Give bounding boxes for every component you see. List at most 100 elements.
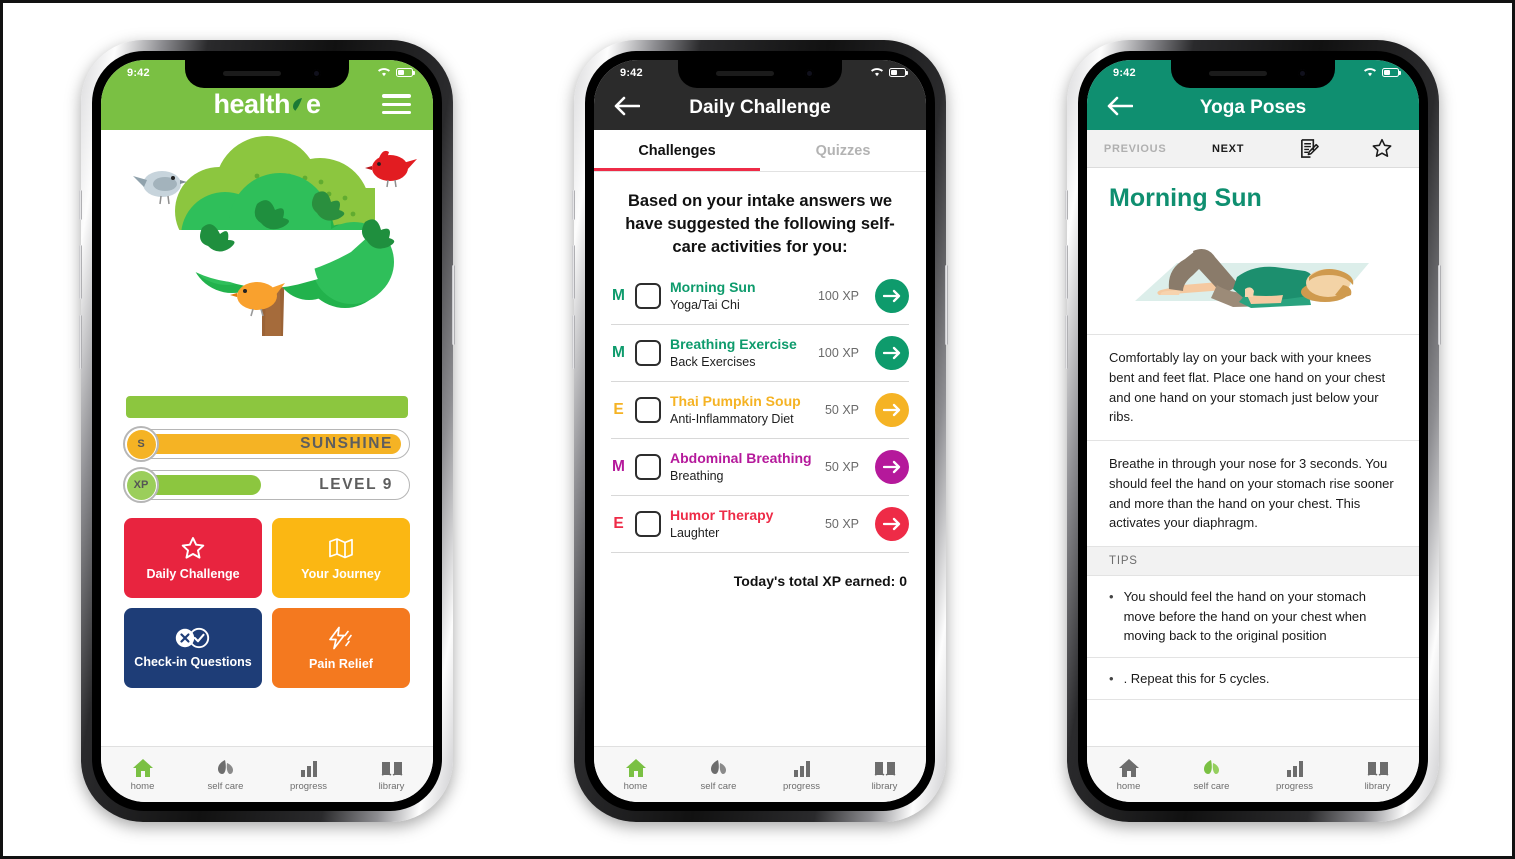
notch [1171, 60, 1335, 88]
nav-item-self-care[interactable]: self care [677, 758, 760, 792]
table-row[interactable]: M Breathing Exercise Back Exercises 100 … [611, 325, 909, 383]
volume-down-button[interactable] [79, 315, 82, 369]
earpiece-speaker [716, 71, 774, 76]
power-button[interactable] [945, 265, 948, 345]
hamburger-menu-icon[interactable] [382, 94, 411, 114]
previous-button[interactable]: PREVIOUS [1087, 143, 1183, 155]
activity-checkbox[interactable] [635, 454, 661, 481]
next-button[interactable]: NEXT [1183, 143, 1273, 155]
power-button[interactable] [452, 265, 455, 345]
activity-go-button[interactable] [875, 279, 909, 314]
activity-subtitle: Anti-Inflammatory Diet [670, 411, 794, 426]
grass-bar [126, 396, 408, 418]
row-text: Abdominal Breathing Breathing [670, 450, 816, 484]
activity-subtitle: Yoga/Tai Chi [670, 297, 740, 312]
tip-item: • . Repeat this for 5 cycles. [1087, 656, 1419, 700]
activity-go-button[interactable] [875, 393, 909, 428]
nav-item-home[interactable]: home [1087, 758, 1170, 792]
activity-xp: 100 XP [817, 289, 859, 304]
activity-subtitle: Breathing [670, 468, 724, 483]
tips-header: TIPS [1087, 546, 1419, 575]
nav-item-library[interactable]: library [843, 758, 926, 792]
app-logo: health e [213, 89, 321, 120]
volume-down-button[interactable] [572, 315, 575, 369]
table-row[interactable]: M Morning Sun Yoga/Tai Chi 100 XP [611, 268, 909, 326]
level-label: LEVEL 9 [319, 476, 393, 493]
nav-item-library[interactable]: library [1336, 758, 1419, 792]
battery-icon [1382, 67, 1401, 77]
xp-progress-bar: XP LEVEL 9 [123, 467, 410, 503]
nav-item-library[interactable]: library [350, 758, 433, 792]
nav-item-home[interactable]: home [101, 758, 184, 792]
nav-item-self-care[interactable]: self care [184, 758, 267, 792]
table-row[interactable]: M Abdominal Breathing Breathing 50 XP [611, 439, 909, 497]
nav-item-home[interactable]: home [594, 758, 677, 792]
phone2-screen: 9:42 Daily Challenge Challenges Quizzes … [594, 60, 926, 802]
arrow-right-icon [882, 347, 900, 360]
nav-item-progress[interactable]: progress [1253, 758, 1336, 792]
activity-xp: 50 XP [824, 403, 859, 418]
nav-item-self-care[interactable]: self care [1170, 758, 1253, 792]
battery-icon [889, 67, 908, 77]
mute-switch[interactable] [79, 190, 82, 220]
power-button[interactable] [1438, 265, 1441, 345]
bar-chart-icon [300, 760, 317, 777]
activity-go-button[interactable] [875, 450, 909, 485]
tile-checkin-questions[interactable]: Check-in Questions [124, 608, 262, 688]
bottom-navigation: home self care progress library [594, 746, 926, 802]
row-text: Breathing Exercise Back Exercises [670, 336, 809, 370]
arrow-right-icon [882, 518, 900, 531]
phone-daily-challenge-screen: 9:42 Daily Challenge Challenges Quizzes … [572, 40, 948, 822]
nav-item-progress[interactable]: progress [267, 758, 350, 792]
activity-go-button[interactable] [875, 507, 909, 542]
status-icons [870, 67, 908, 77]
action-tiles: Daily Challenge Your Journey Check-in Qu… [124, 518, 410, 688]
status-icons [1363, 67, 1401, 77]
activity-checkbox[interactable] [635, 511, 661, 538]
tile-daily-challenge[interactable]: Daily Challenge [124, 518, 262, 598]
back-arrow-icon[interactable] [1107, 96, 1133, 116]
bar-chart-icon [793, 760, 810, 777]
tile-pain-relief[interactable]: Pain Relief [272, 608, 410, 688]
volume-up-button[interactable] [79, 245, 82, 299]
back-arrow-icon[interactable] [614, 96, 640, 116]
sunshine-badge-label: S [126, 429, 156, 459]
note-button[interactable] [1273, 138, 1346, 159]
tile-your-journey[interactable]: Your Journey [272, 518, 410, 598]
table-row[interactable]: E Thai Pumpkin Soup Anti-Inflammatory Di… [611, 382, 909, 440]
notch [185, 60, 349, 88]
activity-xp: 50 XP [824, 460, 859, 475]
activity-checkbox[interactable] [635, 397, 661, 424]
mute-switch[interactable] [1065, 190, 1068, 220]
activity-go-button[interactable] [875, 336, 909, 371]
star-outline-icon [1372, 138, 1392, 157]
volume-up-button[interactable] [572, 245, 575, 299]
mute-switch[interactable] [572, 190, 575, 220]
intro-text: Based on your intake answers we have sug… [625, 192, 895, 256]
activity-checkbox[interactable] [635, 283, 661, 310]
volume-down-button[interactable] [1065, 315, 1068, 369]
tab-quizzes[interactable]: Quizzes [760, 130, 926, 171]
tip-text: You should feel the hand on your stomach… [1123, 589, 1367, 643]
nav-label: library [1364, 780, 1391, 792]
earpiece-speaker [223, 71, 281, 76]
activity-checkbox[interactable] [635, 340, 661, 367]
phone-bezel: 9:42 Daily Challenge Challenges Quizzes … [585, 51, 935, 811]
phone3-screen: 9:42 Yoga Poses PREVIOUS NEXT Morning Su… [1087, 60, 1419, 802]
activity-subtitle: Laughter [670, 525, 720, 540]
nav-label: progress [783, 780, 820, 792]
activity-title: Morning Sun [670, 279, 756, 296]
lightning-bolt-icon [329, 626, 352, 649]
favorite-button[interactable] [1346, 138, 1419, 159]
front-camera [312, 69, 321, 78]
screenshot-canvas: 9:42 health e S SUNSHINE XP LEVEL 9 Dail… [0, 0, 1515, 859]
arrow-right-icon [882, 461, 900, 474]
phone-bezel: 9:42 health e S SUNSHINE XP LEVEL 9 Dail… [92, 51, 442, 811]
volume-up-button[interactable] [1065, 245, 1068, 299]
nav-item-progress[interactable]: progress [760, 758, 843, 792]
logo-text-secondary: e [305, 89, 321, 119]
tip-text: . Repeat this for 5 cycles. [1123, 670, 1270, 686]
table-row[interactable]: E Humor Therapy Laughter 50 XP [611, 496, 909, 554]
tab-challenges[interactable]: Challenges [594, 130, 760, 171]
bottom-navigation: home self care progress library [101, 746, 433, 802]
